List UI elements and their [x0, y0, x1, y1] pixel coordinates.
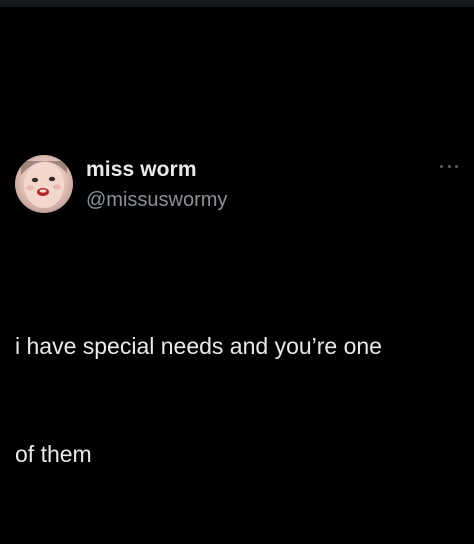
- dot: [440, 164, 443, 168]
- tweet-card: miss worm @missuswormy i have special ne…: [0, 0, 474, 474]
- profile-photo-icon: [21, 161, 67, 208]
- dot: [455, 164, 458, 168]
- display-name[interactable]: miss worm: [86, 158, 197, 182]
- tweet-text: i have special needs and you’re one of t…: [15, 256, 465, 544]
- more-options-icon[interactable]: [440, 162, 458, 170]
- tweet-text-line-1: i have special needs and you’re one: [15, 333, 382, 359]
- tweet-text-line-2: of them: [15, 441, 92, 467]
- dot: [447, 164, 451, 168]
- user-handle[interactable]: @missuswormy: [86, 189, 227, 212]
- avatar[interactable]: [15, 155, 73, 213]
